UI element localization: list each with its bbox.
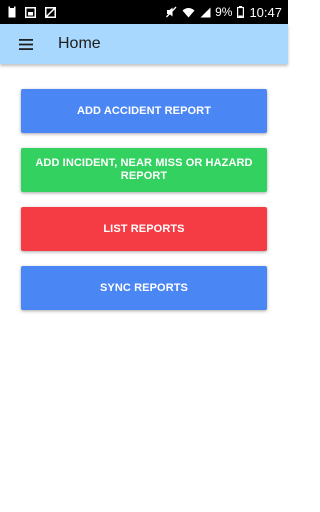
status-bar: 9% 10:47 — [0, 0, 288, 24]
list-reports-button[interactable]: LIST REPORTS — [21, 207, 267, 251]
no-sim-icon — [45, 6, 56, 18]
wifi-icon — [182, 7, 195, 18]
mute-icon — [166, 6, 177, 18]
sync-reports-button[interactable]: SYNC REPORTS — [21, 266, 267, 310]
main-content: ADD ACCIDENT REPORT ADD INCIDENT, NEAR M… — [21, 89, 267, 325]
signal-icon — [200, 7, 211, 18]
battery-icon — [237, 6, 245, 18]
page-title: Home — [58, 35, 101, 52]
add-incident-report-button[interactable]: ADD INCIDENT, NEAR MISS OR HAZARD REPORT — [21, 148, 267, 192]
sim-card-icon — [8, 6, 16, 18]
app-bar: Home — [0, 24, 288, 64]
add-accident-report-button[interactable]: ADD ACCIDENT REPORT — [21, 89, 267, 133]
gallery-icon — [25, 6, 36, 18]
hamburger-menu-icon[interactable] — [2, 24, 50, 64]
status-bar-left — [8, 6, 65, 18]
clock: 10:47 — [249, 4, 282, 20]
battery-percent: 9% — [215, 5, 233, 19]
status-bar-right: 9% 10:47 — [161, 5, 282, 20]
